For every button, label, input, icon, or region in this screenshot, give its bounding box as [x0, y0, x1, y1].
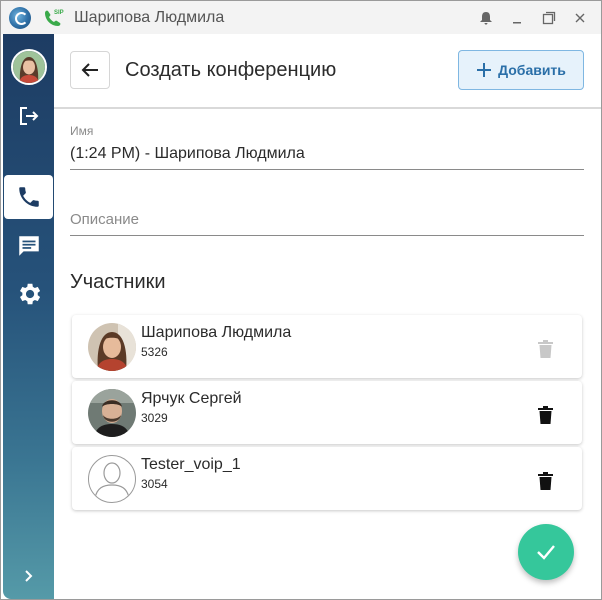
- participant-avatar: [88, 455, 136, 503]
- participant-card: Tester_voip_1 3054: [72, 447, 582, 510]
- sidebar: [3, 34, 54, 599]
- gear-icon: [19, 283, 40, 305]
- sidebar-expand-button[interactable]: [3, 558, 54, 594]
- name-input-underline: [70, 169, 584, 170]
- back-button[interactable]: [70, 51, 110, 89]
- participant-card: Шарипова Людмила 5326: [72, 315, 582, 378]
- add-participant-button[interactable]: Добавить: [458, 50, 584, 90]
- phone-icon: [18, 187, 39, 207]
- sidebar-item-calls[interactable]: [4, 175, 53, 219]
- sidebar-item-chat[interactable]: [3, 224, 54, 268]
- participants-title: Участники: [70, 271, 166, 293]
- participant-card: Ярчук Сергей 3029: [72, 381, 582, 444]
- maximize-icon: [542, 11, 556, 25]
- arrow-left-icon: [81, 63, 98, 77]
- participant-photo: [88, 389, 136, 437]
- participant-name: Ярчук Сергей: [141, 390, 242, 407]
- add-button-label: Добавить: [498, 62, 566, 78]
- svg-text:SIP: SIP: [54, 10, 64, 16]
- chevron-right-icon: [24, 570, 32, 582]
- delete-participant-button[interactable]: [534, 403, 556, 427]
- participant-name: Шарипова Людмила: [141, 324, 292, 341]
- sidebar-item-logout[interactable]: [3, 94, 54, 138]
- app-logo-icon: [9, 7, 31, 29]
- description-input[interactable]: Описание: [70, 211, 139, 228]
- minimize-button[interactable]: [506, 7, 528, 29]
- participant-avatar: [88, 323, 136, 371]
- participant-extension: 3029: [141, 411, 168, 425]
- close-icon: [575, 13, 585, 23]
- trash-icon: [537, 406, 553, 424]
- plus-icon: [477, 63, 492, 77]
- sidebar-item-settings[interactable]: [3, 272, 54, 316]
- checkmark-icon: [537, 545, 555, 560]
- delete-participant-button[interactable]: [534, 469, 556, 493]
- chat-icon: [18, 236, 39, 256]
- header-divider: [54, 107, 601, 109]
- confirm-button[interactable]: [518, 524, 574, 580]
- participant-extension: 3054: [141, 477, 168, 491]
- participant-avatar: [88, 389, 136, 437]
- trash-icon: [537, 472, 553, 490]
- participant-photo: [88, 323, 136, 371]
- logout-icon: [19, 107, 38, 125]
- default-user-icon: [94, 462, 130, 499]
- name-field-label: Имя: [70, 124, 94, 138]
- participant-extension: 5326: [141, 345, 168, 359]
- maximize-button[interactable]: [538, 7, 560, 29]
- app-window: SIP Шарипова Людмила Создать конференцию…: [0, 0, 602, 600]
- user-avatar[interactable]: [11, 49, 47, 85]
- delete-participant-button[interactable]: [534, 337, 556, 361]
- sip-phone-icon: SIP: [45, 10, 64, 26]
- user-avatar-image: [13, 51, 45, 83]
- description-input-underline: [70, 235, 584, 236]
- page-title: Создать конференцию: [125, 59, 337, 81]
- window-title: Шарипова Людмила: [74, 9, 225, 26]
- notifications-button[interactable]: [475, 7, 497, 29]
- trash-icon: [537, 340, 553, 358]
- name-input[interactable]: (1:24 PM) - Шарипова Людмила: [70, 145, 305, 163]
- title-bar: SIP Шарипова Людмила: [1, 1, 601, 34]
- bell-icon: [480, 12, 492, 25]
- close-button[interactable]: [569, 7, 591, 29]
- participant-name: Tester_voip_1: [141, 456, 241, 473]
- minimize-icon: [513, 22, 521, 24]
